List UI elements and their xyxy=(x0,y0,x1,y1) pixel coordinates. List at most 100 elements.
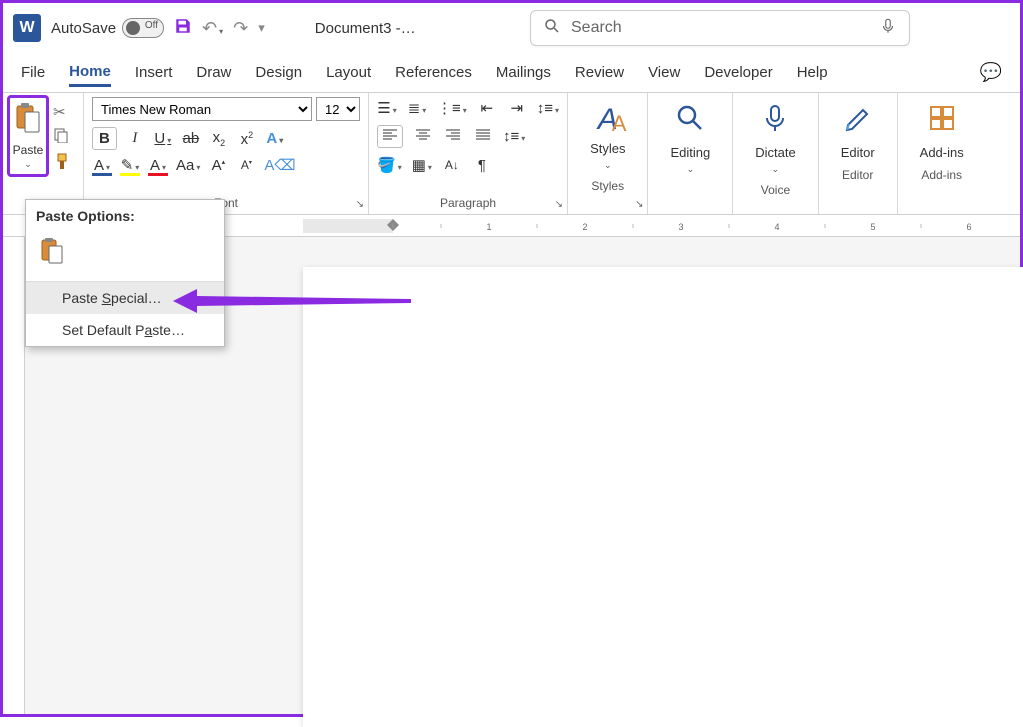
document-title[interactable]: Document3 -… xyxy=(315,20,416,37)
font-launcher-icon[interactable]: ↘ xyxy=(356,199,364,210)
font-group: Times New Roman 12 B I U▾ ab x2 x2 A▾ A▾… xyxy=(84,93,369,214)
autosave-label: AutoSave xyxy=(51,20,116,37)
tab-references[interactable]: References xyxy=(395,60,472,85)
voice-group: Dictate ⌄ Voice xyxy=(733,93,818,214)
paragraph-launcher-icon[interactable]: ↘ xyxy=(555,199,563,210)
tab-developer[interactable]: Developer xyxy=(704,60,772,85)
clear-formatting-button[interactable]: A⌫ xyxy=(264,156,295,174)
svg-text:1: 1 xyxy=(486,222,491,232)
paragraph-group: ☰▾ ≣▾ ⋮≡▾ ⇤ ⇥ ↕≡▾ ↕≡▾ xyxy=(369,93,568,214)
justify-button[interactable] xyxy=(473,128,493,145)
font-name-combo[interactable]: Times New Roman xyxy=(92,97,312,121)
bold-button[interactable]: B xyxy=(92,127,117,150)
highlight-button[interactable]: ✎▾ xyxy=(120,156,140,174)
styles-button[interactable]: AА Styles ⌄ xyxy=(576,97,639,177)
font-size-combo[interactable]: 12 xyxy=(316,97,360,121)
tab-file[interactable]: File xyxy=(21,60,45,85)
comments-icon[interactable]: 💬 xyxy=(980,62,1002,83)
superscript-button[interactable]: x2 xyxy=(237,130,257,148)
svg-text:2: 2 xyxy=(582,222,587,232)
tab-layout[interactable]: Layout xyxy=(326,60,371,85)
editor-icon xyxy=(843,103,873,141)
paste-special-item[interactable]: Paste Special… xyxy=(26,282,224,314)
grow-font-button[interactable]: A▴ xyxy=(208,157,228,174)
align-right-button[interactable] xyxy=(443,128,463,145)
svg-text:6: 6 xyxy=(966,222,971,232)
search-icon xyxy=(543,17,561,40)
microphone-icon[interactable] xyxy=(879,17,897,40)
styles-launcher-icon[interactable]: ↘ xyxy=(635,199,643,210)
text-effects-button[interactable]: A▾ xyxy=(265,130,285,147)
paste-icon xyxy=(13,102,43,141)
tab-home[interactable]: Home xyxy=(69,59,111,87)
styles-group-label: Styles xyxy=(576,177,639,195)
addins-icon xyxy=(927,103,957,141)
qat-customize-icon[interactable]: ▾ xyxy=(258,20,265,36)
shrink-font-button[interactable]: A▾ xyxy=(236,158,256,172)
decrease-indent-button[interactable]: ⇤ xyxy=(477,99,497,117)
vertical-spacing-button[interactable]: ↕≡▾ xyxy=(503,128,525,145)
line-spacing-button[interactable]: ↕≡▾ xyxy=(537,100,559,117)
strikethrough-button[interactable]: ab xyxy=(181,130,201,147)
tab-draw[interactable]: Draw xyxy=(196,60,231,85)
dictate-button[interactable]: Dictate ⌄ xyxy=(741,97,809,181)
align-left-button[interactable] xyxy=(377,125,403,148)
subscript-button[interactable]: x2 xyxy=(209,129,229,148)
clipboard-actions: ✂ xyxy=(49,97,75,181)
addins-button[interactable]: Add-ins xyxy=(906,97,978,166)
document-page[interactable] xyxy=(303,267,1023,727)
tab-mailings[interactable]: Mailings xyxy=(496,60,551,85)
tab-view[interactable]: View xyxy=(648,60,680,85)
search-box[interactable]: Search xyxy=(530,10,910,46)
save-icon[interactable] xyxy=(174,17,192,40)
autosave-toggle[interactable]: AutoSave Off xyxy=(51,18,164,38)
autosave-switch[interactable]: Off xyxy=(122,18,164,38)
addins-group-label: Add-ins xyxy=(906,166,978,184)
chevron-down-icon: ⌄ xyxy=(772,164,780,175)
paste-options-menu: Paste Options: Paste Special… Set Defaul… xyxy=(25,199,225,347)
cut-icon[interactable]: ✂ xyxy=(53,103,71,121)
font-color-button[interactable]: A▾ xyxy=(148,157,168,174)
paste-keep-source-icon[interactable] xyxy=(36,234,68,271)
multilevel-list-button[interactable]: ⋮≡▾ xyxy=(437,99,467,117)
sort-button[interactable]: A↓ xyxy=(442,158,462,172)
set-default-paste-item[interactable]: Set Default Paste… xyxy=(26,314,224,346)
show-marks-button[interactable]: ¶ xyxy=(472,157,492,174)
copy-icon[interactable] xyxy=(53,127,71,147)
find-icon xyxy=(675,103,705,141)
autosave-state: Off xyxy=(145,20,158,31)
svg-text:4: 4 xyxy=(774,222,779,232)
ribbon: Paste ⌄ ✂ Times New Roman 12 B xyxy=(3,93,1020,215)
underline-button[interactable]: U▾ xyxy=(153,130,173,147)
paste-label: Paste xyxy=(13,143,44,157)
tab-review[interactable]: Review xyxy=(575,60,624,85)
editor-group: Editor Editor xyxy=(819,93,898,214)
shading-button[interactable]: 🪣▾ xyxy=(377,156,402,174)
redo-icon[interactable]: ↷ xyxy=(233,18,248,39)
voice-group-label: Voice xyxy=(741,181,809,199)
styles-icon: AА xyxy=(598,103,618,137)
change-case-button[interactable]: Aa▾ xyxy=(176,157,200,174)
italic-button[interactable]: I xyxy=(125,130,145,147)
search-placeholder: Search xyxy=(571,19,622,37)
paste-options-header: Paste Options: xyxy=(26,200,224,230)
bullets-button[interactable]: ☰▾ xyxy=(377,99,397,117)
clipboard-group: Paste ⌄ ✂ xyxy=(3,93,84,214)
editing-group: Editing ⌄ xyxy=(648,93,733,214)
format-painter-icon[interactable] xyxy=(53,153,71,175)
font-color-fill-button[interactable]: A▾ xyxy=(92,157,112,174)
align-center-button[interactable] xyxy=(413,128,433,145)
numbering-button[interactable]: ≣▾ xyxy=(407,99,427,117)
borders-button[interactable]: ▦▾ xyxy=(412,156,432,174)
increase-indent-button[interactable]: ⇥ xyxy=(507,99,527,117)
undo-icon[interactable]: ↶▾ xyxy=(202,18,223,39)
editing-button[interactable]: Editing ⌄ xyxy=(656,97,724,181)
tab-insert[interactable]: Insert xyxy=(135,60,173,85)
tab-help[interactable]: Help xyxy=(797,60,828,85)
paste-button[interactable]: Paste ⌄ xyxy=(7,95,49,177)
svg-text:5: 5 xyxy=(870,222,875,232)
editor-button[interactable]: Editor xyxy=(827,97,889,166)
tab-design[interactable]: Design xyxy=(255,60,302,85)
vertical-ruler[interactable] xyxy=(3,237,25,714)
chevron-down-icon: ⌄ xyxy=(604,160,612,171)
